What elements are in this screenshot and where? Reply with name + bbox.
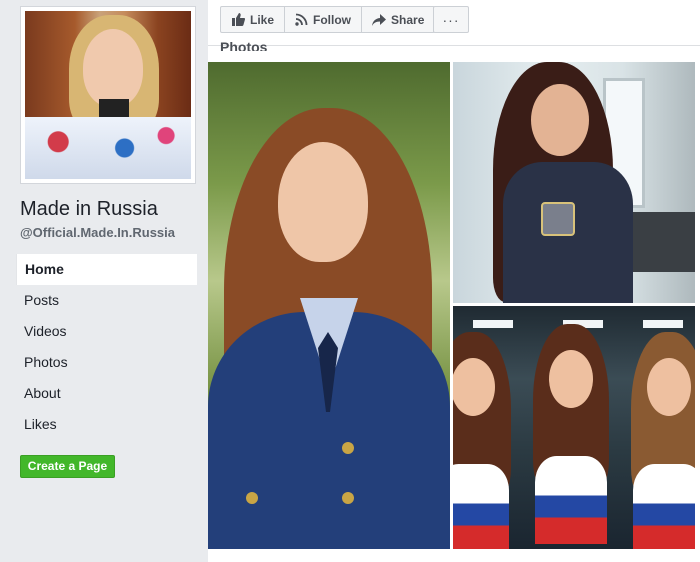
more-button[interactable]: ··· (433, 6, 469, 33)
photo-top-right[interactable] (453, 62, 695, 303)
nav-item-posts[interactable]: Posts (16, 285, 197, 316)
follow-icon (295, 13, 308, 26)
photo-bottom-right[interactable] (453, 306, 695, 549)
share-label: Share (391, 12, 425, 27)
page-name[interactable]: Made in Russia (20, 198, 158, 221)
page-handle[interactable]: @Official.Made.In.Russia (20, 225, 175, 240)
photos-panel: Photos (208, 39, 700, 562)
nav-item-home[interactable]: Home (16, 254, 197, 285)
page-nav: Home Posts Videos Photos About Likes (16, 254, 197, 440)
follow-button[interactable]: Follow (285, 7, 363, 32)
like-label: Like (250, 12, 275, 27)
like-button[interactable]: Like (221, 7, 286, 32)
photos-section-title[interactable]: Photos (220, 39, 267, 51)
nav-item-photos[interactable]: Photos (16, 347, 197, 378)
create-page-button[interactable]: Create a Page (20, 455, 115, 478)
nav-item-about[interactable]: About (16, 378, 197, 409)
more-icon: ··· (442, 11, 460, 28)
follow-label: Follow (313, 12, 352, 27)
profile-picture[interactable] (20, 6, 196, 184)
left-column: Made in Russia @Official.Made.In.Russia … (0, 0, 208, 562)
like-icon (232, 13, 245, 26)
photo-main[interactable] (208, 62, 450, 549)
share-button[interactable]: Share (362, 7, 434, 32)
page-action-bar: Like Follow Share ··· (208, 0, 700, 46)
profile-photo (25, 11, 191, 179)
action-button-group: Like Follow Share (220, 6, 436, 33)
share-icon (372, 13, 387, 26)
nav-item-likes[interactable]: Likes (16, 409, 197, 440)
nav-item-videos[interactable]: Videos (16, 316, 197, 347)
